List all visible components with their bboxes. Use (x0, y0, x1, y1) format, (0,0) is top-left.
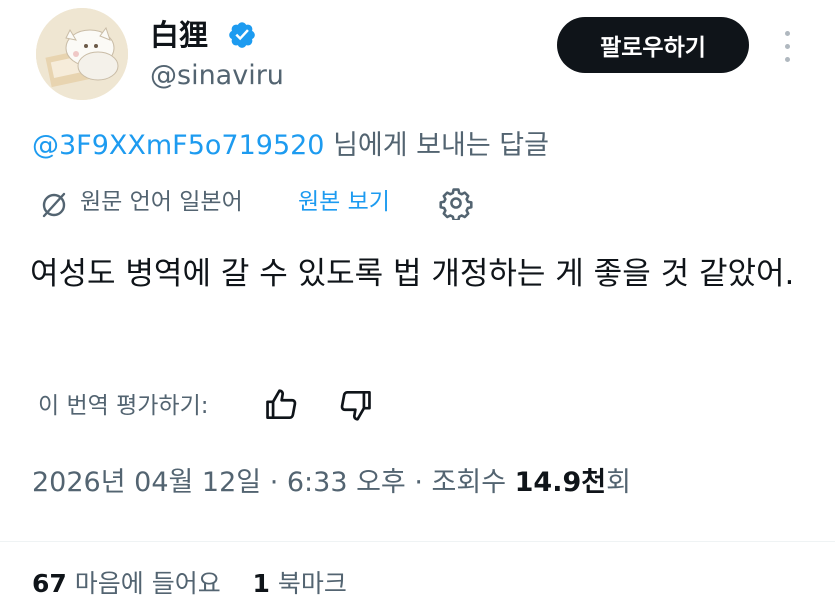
gear-icon[interactable] (439, 186, 473, 220)
thumbs-down-icon[interactable] (337, 386, 375, 424)
bookmarks-count: 1 (252, 569, 270, 598)
rate-translation-label: 이 번역 평가하기: (38, 393, 209, 419)
likes-count: 67 (32, 569, 67, 598)
display-name[interactable]: 白狸 (150, 18, 208, 52)
likes-label: 마음에 들어요 (74, 569, 221, 598)
avatar-image (36, 8, 128, 100)
follow-button[interactable]: 팔로우하기 (557, 17, 749, 73)
views-prefix: 조회수 (431, 467, 515, 498)
translation-source-label: 원문 언어 일본어 (80, 189, 243, 215)
reply-context: @3F9XXmF5o719520 님에게 보내는 답글 (32, 128, 549, 164)
author-handle[interactable]: @sinaviru (150, 60, 284, 92)
likes-stat[interactable]: 67 마음에 들어요 (32, 569, 221, 598)
tweet-text: 여성도 병역에 갈 수 있도록 법 개정하는 게 좋을 것 같았어. (30, 256, 795, 292)
reply-suffix: 님에게 보내는 답글 (324, 130, 549, 161)
tweet-date[interactable]: 2026년 04월 12일 (32, 467, 261, 498)
views-count: 14.9천 (514, 467, 607, 498)
verified-badge-icon[interactable] (227, 20, 257, 50)
bookmarks-stat[interactable]: 1 북마크 (253, 569, 347, 598)
engagement-stats: 67 마음에 들어요 1 북마크 (32, 566, 347, 602)
translate-icon (42, 192, 66, 218)
avatar[interactable] (36, 8, 128, 100)
divider (0, 541, 835, 542)
show-original-link[interactable]: 원본 보기 (298, 186, 390, 218)
views-suffix: 회 (606, 467, 631, 498)
meta-separator: · (405, 467, 432, 498)
meta-separator: · (261, 467, 287, 498)
reply-mention-link[interactable]: @3F9XXmF5o719520 (32, 130, 324, 161)
tweet-meta: 2026년 04월 12일 · 6:33 오후 · 조회수 14.9천회 (32, 464, 631, 502)
tweet-time[interactable]: 6:33 오후 (287, 467, 406, 498)
thumbs-up-icon[interactable] (262, 386, 300, 424)
more-options-icon[interactable] (775, 27, 801, 67)
bookmarks-label: 북마크 (277, 569, 347, 598)
